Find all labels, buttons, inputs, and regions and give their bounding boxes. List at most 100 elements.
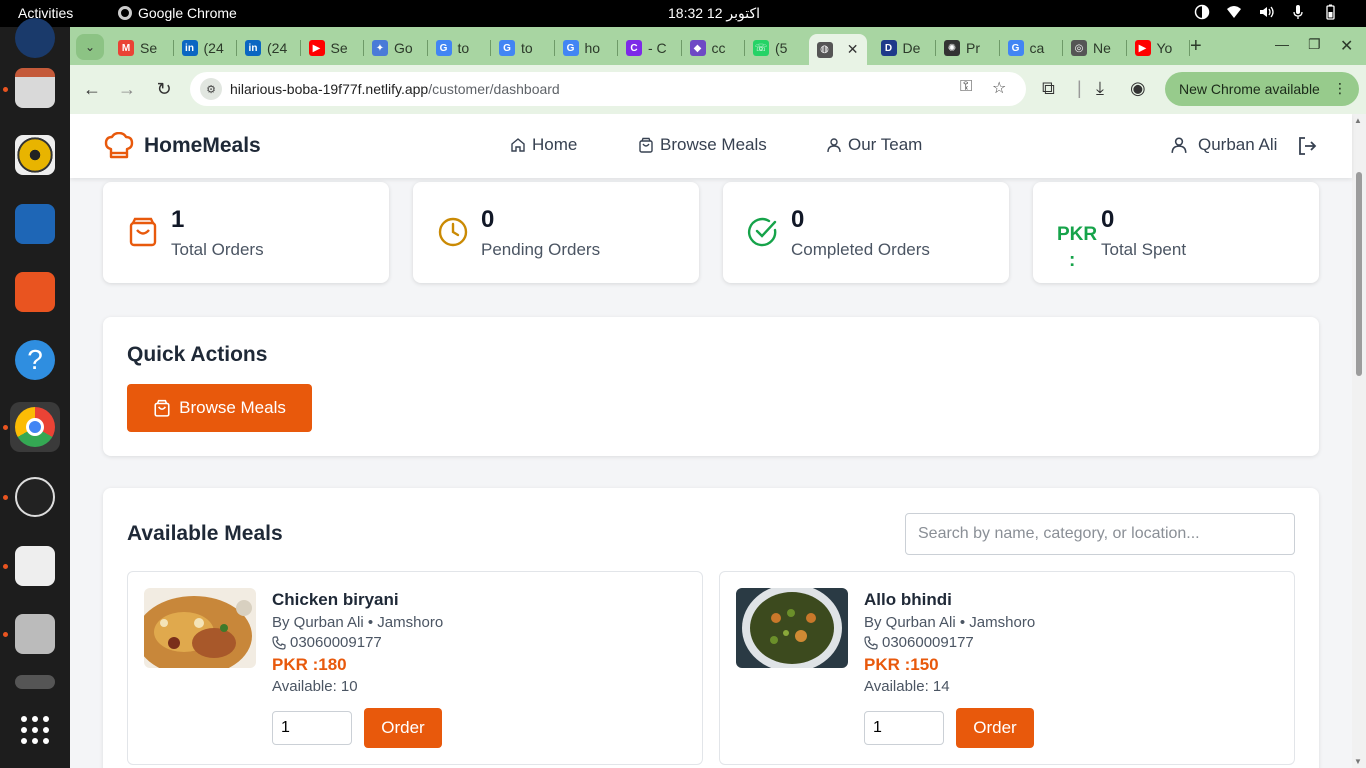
- dock-app-thunderbird[interactable]: [10, 13, 60, 63]
- nav-home[interactable]: Home: [510, 135, 577, 155]
- google-icon: G: [499, 40, 515, 56]
- copilot-icon: ◆: [689, 40, 706, 56]
- meal-price: PKR :180: [272, 655, 347, 674]
- meal-name: Allo bhindi: [864, 590, 952, 609]
- site-info-icon[interactable]: ⚙: [200, 78, 222, 100]
- page-scrollbar[interactable]: ▲ ▼: [1352, 114, 1366, 768]
- browser-tab[interactable]: Gto: [428, 34, 492, 62]
- browser-tab[interactable]: ▶ Se: [301, 34, 365, 62]
- password-key-icon[interactable]: ⚿: [960, 78, 972, 96]
- system-tray[interactable]: [1194, 4, 1338, 20]
- tab-title: Ne: [1093, 40, 1111, 56]
- dock-app-rhythmbox[interactable]: [10, 130, 60, 180]
- gmail-icon: M: [118, 40, 134, 56]
- dock-app-image-viewer[interactable]: [10, 609, 60, 659]
- user-menu[interactable]: Qurban Ali: [1170, 135, 1277, 155]
- minimize-button[interactable]: —: [1275, 36, 1289, 52]
- show-apps-button[interactable]: [10, 705, 60, 755]
- quantity-input[interactable]: [864, 711, 944, 745]
- browser-tab[interactable]: Gto: [491, 34, 555, 62]
- meal-availability: Available: 14: [864, 678, 950, 695]
- dock-app-writer[interactable]: [10, 199, 60, 249]
- app-icon: [15, 675, 55, 689]
- meal-search-input[interactable]: [905, 513, 1295, 555]
- dock-app-document-viewer[interactable]: [10, 541, 60, 591]
- dock-app-misc[interactable]: [10, 667, 60, 697]
- extensions-icon[interactable]: ⧉: [1042, 78, 1055, 99]
- stat-value: 0: [481, 206, 495, 233]
- running-indicator: [3, 564, 8, 569]
- browser-tab[interactable]: D De: [873, 34, 937, 62]
- stat-label: Completed Orders: [791, 240, 930, 259]
- order-button[interactable]: Order: [956, 708, 1034, 748]
- brand[interactable]: HomeMeals: [104, 132, 261, 160]
- bookmark-star-icon[interactable]: ☆: [992, 78, 1006, 98]
- chrome-icon: ◎: [1071, 40, 1087, 56]
- gemini-icon: ✦: [372, 40, 388, 56]
- back-button[interactable]: ←: [80, 77, 104, 101]
- google-icon: G: [435, 40, 452, 56]
- forward-button[interactable]: →: [115, 77, 139, 101]
- browser-tab[interactable]: ◎ Ne: [1063, 34, 1127, 62]
- dock-app-obs[interactable]: [10, 472, 60, 522]
- profile-avatar[interactable]: ◉: [1130, 78, 1146, 99]
- meal-meta: By Qurban Ali • Jamshoro: [272, 614, 444, 631]
- quantity-input[interactable]: [272, 711, 352, 745]
- new-tab-button[interactable]: +: [1190, 35, 1202, 58]
- browser-tab[interactable]: ▶ Yo: [1127, 34, 1191, 62]
- browser-tab[interactable]: M Se: [110, 34, 174, 62]
- browser-tab[interactable]: ◍ ✕: [808, 34, 867, 65]
- tab-title: Se: [140, 40, 158, 56]
- dock-app-help[interactable]: ?: [10, 335, 60, 385]
- browse-meals-button[interactable]: Browse Meals: [127, 384, 312, 432]
- browser-tab[interactable]: ☏ (5: [745, 34, 809, 62]
- browser-tab[interactable]: Gho: [555, 34, 619, 62]
- dock-app-files[interactable]: [10, 63, 60, 113]
- dock-app-software[interactable]: [10, 267, 60, 317]
- scroll-up-icon[interactable]: ▲: [1354, 116, 1362, 125]
- browser-tab[interactable]: in (24: [174, 34, 238, 62]
- close-tab-icon[interactable]: ✕: [847, 41, 859, 58]
- tab-title: cc: [711, 40, 726, 56]
- kebab-menu-icon[interactable]: ⋮: [1333, 80, 1347, 97]
- home-icon: [511, 138, 525, 152]
- tab-title: Se: [330, 40, 348, 56]
- tab-title: to: [457, 40, 470, 56]
- dock-app-chrome[interactable]: [10, 402, 60, 452]
- maximize-button[interactable]: ❐: [1308, 36, 1321, 53]
- nav-our-team[interactable]: Our Team: [826, 135, 922, 155]
- tab-strip: ⌄ M Se in (24 in (24 ▶ Se ✦ Go Gto Gto Gho C - C ◆ cc ☏ (5…: [70, 27, 1366, 65]
- clock[interactable]: 18:32 12 اکتوبر: [668, 5, 760, 22]
- tab-title: to: [521, 40, 533, 56]
- software-center-icon: [15, 272, 55, 312]
- browser-tab[interactable]: ◆ cc: [682, 34, 746, 62]
- youtube-icon: ▶: [308, 40, 325, 56]
- logout-icon[interactable]: [1296, 135, 1318, 157]
- browser-tab[interactable]: Gca: [1000, 34, 1064, 62]
- browser-tab[interactable]: C- C: [618, 34, 682, 62]
- scrollbar-thumb[interactable]: [1356, 172, 1362, 376]
- nav-browse-meals[interactable]: Browse Meals: [638, 135, 767, 155]
- google-icon: G: [1007, 40, 1024, 56]
- downloads-icon[interactable]: ⤓: [1096, 78, 1104, 99]
- linkedin-icon: in: [181, 40, 198, 56]
- check-circle-icon: [748, 217, 777, 247]
- order-label: Order: [973, 718, 1017, 737]
- tab-search-button[interactable]: ⌄: [76, 34, 104, 60]
- user-name: Qurban Ali: [1198, 135, 1278, 154]
- nav-team-label: Our Team: [848, 135, 923, 154]
- scroll-down-icon[interactable]: ▼: [1354, 757, 1362, 766]
- browser-tab[interactable]: in (24: [237, 34, 301, 62]
- running-indicator: [3, 632, 8, 637]
- browser-tab[interactable]: ✺ Pr: [936, 34, 1000, 62]
- close-window-button[interactable]: ✕: [1340, 36, 1353, 56]
- rhythmbox-icon: [15, 135, 55, 175]
- order-button[interactable]: Order: [364, 708, 442, 748]
- app-menu[interactable]: Google Chrome: [118, 5, 237, 21]
- tab-title: Pr: [966, 40, 980, 56]
- reload-button[interactable]: ↻: [152, 77, 176, 101]
- address-bar[interactable]: ⚙ hilarious-boba-19f77f.netlify.app/cust…: [190, 72, 1026, 106]
- browser-tab[interactable]: ✦ Go: [364, 34, 428, 62]
- url-text[interactable]: hilarious-boba-19f77f.netlify.app/custom…: [230, 81, 560, 97]
- update-chrome-button[interactable]: New Chrome available ⋮: [1165, 72, 1359, 106]
